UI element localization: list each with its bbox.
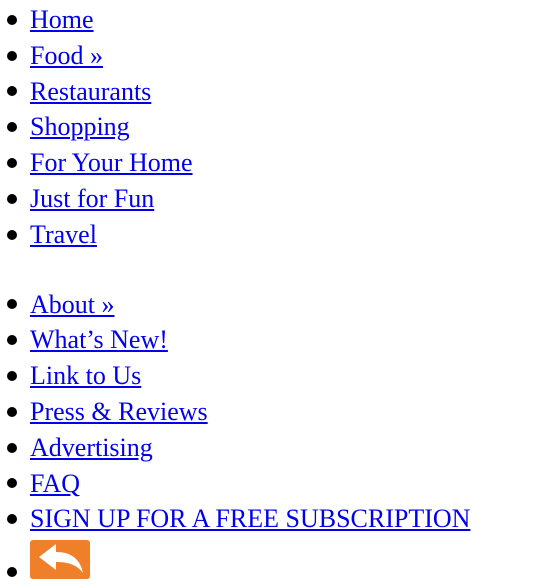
bullet-icon [7,158,17,169]
faq-link[interactable]: FAQ [30,469,80,498]
nav-item-subscribe: SIGN UP FOR A FREE SUBSCRIPTION [0,501,551,537]
home-link[interactable]: Home [30,5,94,34]
bullet-icon [7,371,17,382]
about-link[interactable]: About » [30,290,115,319]
bullet-icon [7,335,17,346]
bullet-icon [7,514,17,525]
just-for-fun-link[interactable]: Just for Fun [30,184,154,213]
nav-item-link-to-us: Link to Us [0,358,551,394]
secondary-nav-list: About » What’s New! Link to Us Press & R… [0,287,551,582]
restaurants-link[interactable]: Restaurants [30,77,151,106]
back-link[interactable] [30,540,90,580]
nav-item-food: Food » [0,38,551,74]
bullet-icon [7,478,17,489]
back-arrow-icon[interactable] [30,540,90,580]
bullet-icon [7,406,17,417]
bullet-icon [7,299,17,310]
bullet-icon [7,193,17,204]
advertising-link[interactable]: Advertising [30,433,153,462]
nav-item-back [0,537,551,581]
nav-item-for-your-home: For Your Home [0,145,551,181]
nav-item-about: About » [0,287,551,323]
subscribe-link[interactable]: SIGN UP FOR A FREE SUBSCRIPTION [30,504,470,533]
nav-item-travel: Travel [0,217,551,253]
nav-item-whats-new: What’s New! [0,322,551,358]
shopping-link[interactable]: Shopping [30,112,130,141]
nav-item-just-for-fun: Just for Fun [0,181,551,217]
travel-link[interactable]: Travel [30,220,97,249]
bullet-icon [7,86,17,97]
nav-item-home: Home [0,2,551,38]
bullet-icon [7,14,17,25]
press-reviews-link[interactable]: Press & Reviews [30,397,208,426]
nav-item-shopping: Shopping [0,109,551,145]
nav-item-press-reviews: Press & Reviews [0,394,551,430]
bullet-icon [7,122,17,133]
nav-item-restaurants: Restaurants [0,74,551,110]
nav-item-faq: FAQ [0,466,551,502]
whats-new-link[interactable]: What’s New! [30,325,168,354]
food-link[interactable]: Food » [30,41,103,70]
nav-item-advertising: Advertising [0,430,551,466]
primary-nav-list: Home Food » Restaurants Shopping For You… [0,0,551,253]
bullet-icon [7,567,17,578]
link-to-us-link[interactable]: Link to Us [30,361,141,390]
for-your-home-link[interactable]: For Your Home [30,148,193,177]
bullet-icon [7,50,17,61]
bullet-icon [7,442,17,453]
bullet-icon [7,229,17,240]
